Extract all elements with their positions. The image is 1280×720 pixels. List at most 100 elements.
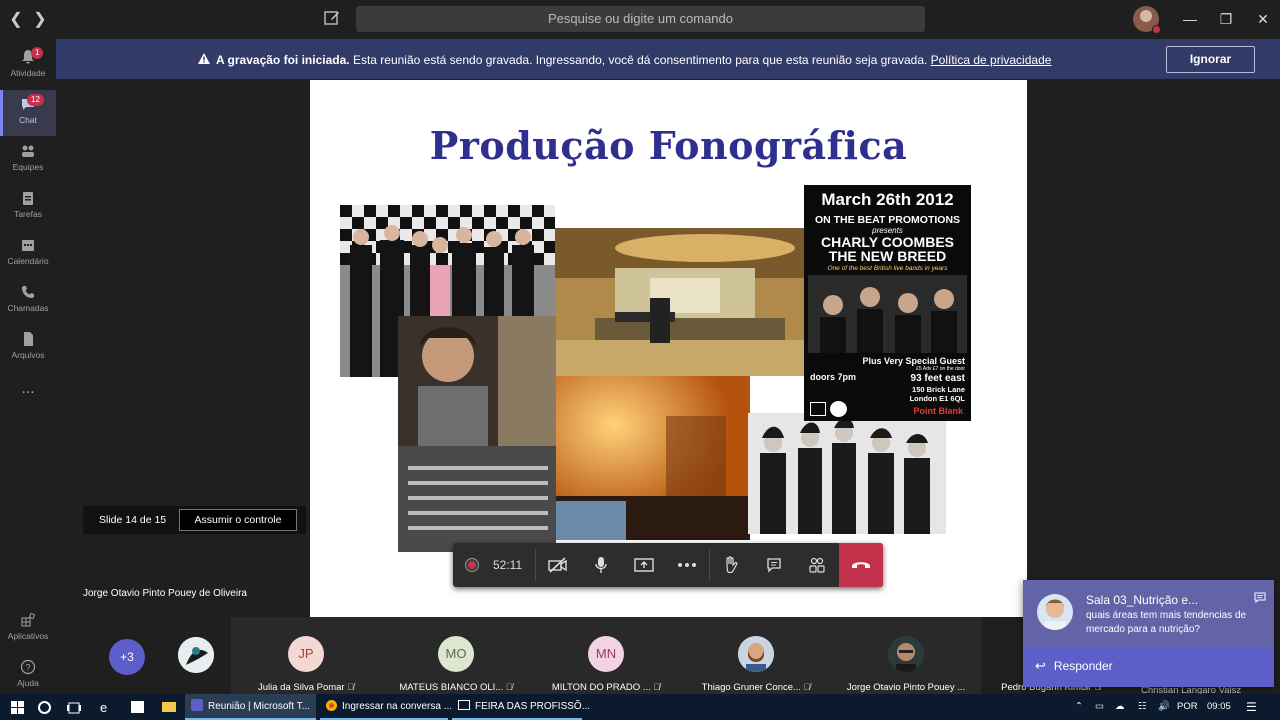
title-bar: ❮ ❯ Pesquise ou digite um comando — ❐ ✕	[0, 0, 1280, 39]
overflow-participants-button[interactable]: +3	[109, 639, 145, 675]
rail-item-calls[interactable]: Chamadas	[0, 278, 56, 324]
slide-counter-bar: Slide 14 de 15 Assumir o controle	[83, 506, 306, 534]
hang-up-icon	[852, 562, 870, 568]
privacy-policy-link[interactable]: Política de privacidade	[931, 53, 1052, 67]
windows-taskbar: e Reunião | Microsoft T... Ingressar na …	[0, 694, 1280, 720]
app-rail: 1 Atividade 12 Chat Equipes Tarefas Cale…	[0, 39, 56, 694]
participant-avatar-photo	[888, 636, 924, 672]
engineer-photo	[398, 316, 556, 552]
mic-off-icon: 🎙̸	[653, 682, 661, 692]
recording-room-photo	[556, 376, 750, 540]
banner-text-body: Esta reunião está sendo gravada. Ingress…	[349, 53, 931, 67]
participant-tile[interactable]: MO MATEUS BIANCO OLI... 🎙̸	[381, 617, 531, 694]
participant-name: MILTON DO PRADO ... 🎙̸	[551, 682, 661, 693]
rail-item-teams[interactable]: Equipes	[0, 137, 56, 183]
participant-tile[interactable]: Jorge Otavio Pinto Pouey ...	[831, 617, 981, 694]
tray-chevron-icon[interactable]: ⌃	[1075, 694, 1083, 720]
poster-address1: 150 Brick Lane	[912, 385, 965, 394]
apps-icon	[21, 612, 36, 627]
rail-item-activity[interactable]: 1 Atividade	[0, 43, 56, 89]
taskbar-app-photos[interactable]: FEIRA DAS PROFISSÕ...	[452, 694, 590, 720]
poster-club: Point Blank	[913, 406, 963, 416]
rail-item-help[interactable]: ? Ajuda	[0, 653, 56, 699]
rail-item-calendar[interactable]: Calendário	[0, 231, 56, 277]
phone-icon	[22, 286, 34, 298]
calendar-icon	[22, 240, 34, 251]
participant-tile[interactable]: JP Julia da Silva Pomar 🎙̸	[231, 617, 381, 694]
svg-text:?: ?	[25, 663, 30, 673]
onedrive-icon[interactable]: ☁	[1115, 694, 1125, 720]
volume-icon[interactable]: 🔊	[1158, 694, 1170, 720]
chat-panel-icon[interactable]	[752, 543, 795, 587]
teams-icon	[191, 699, 203, 711]
avatar[interactable]	[1133, 6, 1161, 34]
rail-item-tasks[interactable]: Tarefas	[0, 184, 56, 230]
poster-band2: THE NEW BREED	[828, 248, 947, 264]
participant-name: Jorge Otavio Pinto Pouey ...	[846, 682, 966, 693]
back-arrow-icon[interactable]: ❮	[6, 10, 26, 30]
poster-93-logo-icon	[830, 401, 847, 417]
windows-start-icon[interactable]	[11, 701, 24, 719]
wifi-icon[interactable]: ☷	[1138, 694, 1147, 720]
participant-avatar-photo[interactable]	[178, 637, 214, 673]
participant-tile[interactable]: Thiago Gruner Conce... 🎙̸	[681, 617, 831, 694]
recording-banner: A gravação foi iniciada. Esta reunião es…	[56, 39, 1280, 79]
presence-busy-icon	[1152, 25, 1161, 34]
presenter-name: Jorge Otavio Pinto Pouey de Oliveira	[83, 588, 247, 599]
ignore-button[interactable]: Ignorar	[1166, 46, 1255, 73]
edge-browser-icon[interactable]: e	[100, 700, 107, 715]
sender-avatar	[1037, 594, 1073, 630]
help-icon: ?	[20, 659, 36, 675]
participant-tile[interactable]: MN MILTON DO PRADO ... 🎙̸	[531, 617, 681, 694]
reply-button[interactable]: ↩ Responder	[1035, 658, 1113, 674]
poster-guest: Plus Very Special Guest	[862, 356, 965, 366]
battery-icon[interactable]: ▭	[1095, 694, 1104, 720]
participant-name: MATEUS BIANCO OLI... 🎙̸	[399, 682, 513, 693]
task-view-icon[interactable]	[67, 701, 81, 719]
taskbar-app-chrome[interactable]: Ingressar na conversa ...	[320, 694, 452, 720]
action-center-icon[interactable]: ☰	[1246, 694, 1257, 720]
slide-title: Produção Fonográfica	[429, 123, 908, 168]
clock[interactable]: 09:05	[1207, 694, 1231, 720]
rail-item-chat[interactable]: 12 Chat	[0, 90, 56, 136]
chat-notification[interactable]: Sala 03_Nutrição e... quais áreas tem ma…	[1023, 580, 1274, 687]
mic-off-icon: 🎙̸	[505, 682, 513, 692]
reply-icon: ↩	[1035, 658, 1046, 673]
rail-item-apps[interactable]: Aplicativos	[0, 606, 56, 652]
open-chat-icon[interactable]	[1254, 591, 1266, 609]
mic-off-icon: 🎙̸	[803, 682, 811, 692]
mic-off-icon: 🎙̸	[347, 682, 354, 692]
hang-up-button[interactable]	[839, 543, 883, 587]
recording-icon	[466, 559, 478, 571]
take-control-button[interactable]: Assumir o controle	[179, 509, 297, 531]
forward-arrow-icon[interactable]: ❯	[30, 10, 50, 30]
minimize-icon[interactable]: —	[1180, 9, 1200, 29]
camera-off-icon[interactable]	[536, 543, 579, 587]
language-indicator[interactable]: POR	[1177, 694, 1198, 720]
slide-counter: Slide 14 de 15	[99, 514, 167, 526]
poster-address2: London E1 6QL	[909, 394, 965, 403]
rail-item-more[interactable]: ...	[0, 372, 56, 418]
more-options-icon[interactable]	[665, 543, 708, 587]
raise-hand-icon[interactable]	[709, 543, 752, 587]
notification-body: quais áreas tem mais tendencias de merca…	[1086, 610, 1247, 635]
cortana-search-icon[interactable]	[38, 701, 51, 714]
tasks-icon	[23, 192, 33, 205]
shared-slide: Produção Fonográfica March 26th 2012 ON …	[310, 80, 1027, 617]
notification-title: Sala 03_Nutrição e...	[1086, 593, 1199, 607]
share-screen-icon[interactable]	[622, 543, 665, 587]
studio-room-photo	[555, 228, 805, 376]
maximize-icon[interactable]: ❐	[1216, 9, 1236, 29]
rail-item-files[interactable]: Arquivos	[0, 325, 56, 371]
activity-badge: 1	[31, 47, 44, 59]
compose-icon[interactable]	[323, 9, 343, 29]
taskbar-app-teams[interactable]: Reunião | Microsoft T...	[185, 694, 316, 720]
chrome-icon	[326, 700, 337, 711]
photos-icon	[458, 700, 470, 710]
microphone-icon[interactable]	[579, 543, 622, 587]
search-input[interactable]: Pesquise ou digite um comando	[356, 6, 925, 32]
participants-icon[interactable]	[795, 543, 838, 587]
file-explorer-icon[interactable]	[162, 702, 176, 712]
store-icon[interactable]	[131, 701, 144, 713]
close-icon[interactable]: ✕	[1253, 9, 1273, 29]
